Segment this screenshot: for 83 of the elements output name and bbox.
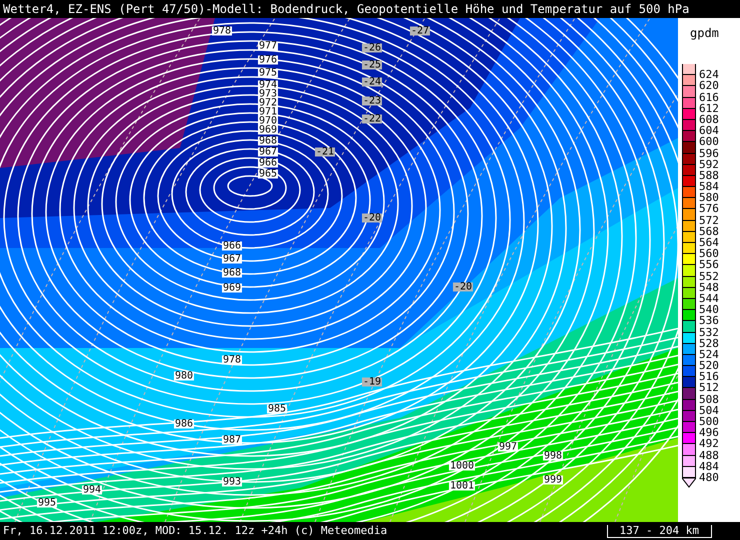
legend-value: 536: [699, 315, 719, 326]
temperature-label: -21: [314, 148, 336, 156]
legend-value: 580: [699, 192, 719, 204]
isobar-label: 978: [222, 356, 242, 364]
legend-value: 564: [699, 237, 719, 248]
legend-value: 488: [699, 450, 719, 461]
isobar-label: 976: [258, 56, 278, 64]
isobar-label: 967: [258, 148, 278, 156]
isobar-label: 972: [258, 98, 278, 108]
legend-value: 544: [699, 292, 719, 304]
isobar-label: 973: [258, 90, 278, 98]
isobar-label: 978: [212, 26, 232, 36]
legend-value: 512: [699, 382, 719, 394]
legend-value: 572: [699, 214, 719, 226]
temperature-label: -20: [452, 282, 474, 292]
legend-value: 500: [699, 416, 719, 427]
isobar-label: 995: [36, 498, 58, 508]
legend-value: 616: [699, 92, 719, 103]
isobar-label: 974: [258, 80, 278, 90]
map-title: Wetter4, EZ-ENS (Pert 47/50)-Modell: Bodendruck, Geopotentielle Höhe und Temperatur auf 500 hPa: [2, 1, 690, 18]
legend-value: 548: [699, 282, 719, 293]
legend-value: 524: [699, 348, 719, 360]
legend-value: 592: [699, 158, 719, 170]
legend-value: 532: [699, 326, 719, 338]
legend-value: 584: [699, 181, 719, 192]
legend-value: 520: [699, 360, 719, 372]
legend-value: 516: [699, 371, 719, 382]
isobar-label: 997: [498, 442, 518, 452]
scale-bar: 137 - 204 km: [606, 524, 712, 538]
legend-value: 540: [699, 304, 719, 316]
legend-value: 552: [699, 270, 719, 282]
isobar-label: 1001: [448, 482, 476, 490]
footer-text: Fr, 16.12.2011 12:00z, MOD: 15.12. 12z +24h (c) Meteomedia: [3, 522, 388, 539]
isobar-label: 966: [222, 242, 242, 250]
isobar-label: 966: [258, 158, 278, 168]
legend-value: 492: [699, 438, 719, 450]
legend-value: 480: [699, 472, 719, 483]
legend-value: 508: [699, 394, 719, 405]
isobar-label: 994: [82, 486, 102, 494]
isobar-label: 987: [222, 436, 242, 444]
isobar-label: 980: [174, 372, 194, 380]
isobar-label: 968: [258, 136, 278, 146]
temperature-label: -24: [362, 78, 382, 86]
isobar-label: 993: [222, 478, 242, 486]
legend-value: 612: [699, 102, 719, 114]
legend-value: 496: [699, 427, 719, 438]
temperature-label: -20: [362, 214, 382, 222]
isobar-label: 998: [542, 452, 564, 460]
legend-value: 568: [699, 226, 719, 237]
legend-value: 620: [699, 80, 719, 92]
temperature-label: -22: [362, 114, 382, 124]
legend-value: 576: [699, 203, 719, 214]
isobar-label: 977: [258, 42, 278, 50]
isobar-label: 965: [258, 170, 278, 178]
isobar-label: 969: [222, 284, 242, 292]
isobar-label: 1000: [448, 462, 476, 470]
isobar-label: 999: [542, 476, 564, 484]
isobar-label: 970: [258, 116, 278, 126]
legend-value: 600: [699, 136, 719, 148]
isobar-label: 969: [258, 126, 278, 134]
isobar-label: 971: [258, 108, 278, 116]
temperature-label: -26: [362, 44, 382, 52]
temperature-label: -19: [362, 378, 382, 386]
legend-unit: gpdm: [690, 25, 720, 42]
isobar-label: 985: [266, 404, 288, 414]
legend-value: 624: [699, 69, 719, 80]
isobar-label: 968: [222, 268, 242, 278]
temperature-label: -27: [410, 26, 430, 36]
legend-value: 596: [699, 148, 719, 158]
legend-value: 484: [699, 460, 719, 472]
legend-arrow-icon: [682, 478, 696, 488]
temperature-label: -23: [362, 96, 382, 106]
temperature-label: -25: [362, 60, 382, 70]
legend-value: 528: [699, 338, 719, 349]
legend-value: 604: [699, 125, 719, 136]
legend-value: 588: [699, 170, 719, 181]
legend-value: 608: [699, 114, 719, 125]
legend-value: 556: [699, 259, 719, 270]
isobar-label: 967: [222, 254, 242, 264]
legend-value: 504: [699, 404, 719, 416]
legend-value: 560: [699, 248, 719, 260]
isobar-label: 975: [258, 68, 278, 78]
isobar-label: 986: [174, 420, 194, 428]
